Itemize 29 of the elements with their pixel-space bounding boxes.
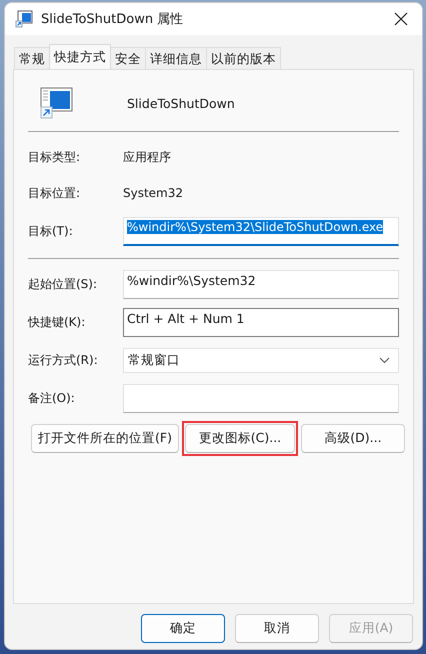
target-value: %windir%\System32\SlideToShutDown.exe [127, 220, 384, 234]
close-icon[interactable] [394, 12, 408, 26]
action-button[interactable]: 打开文件所在的位置(F) [31, 424, 179, 453]
tab[interactable]: 快捷方式 [49, 44, 111, 69]
field-label: 快捷键(K): [28, 314, 86, 330]
tab[interactable]: 常规 [14, 47, 50, 69]
field-label: 目标(T): [28, 222, 74, 240]
dialog-button[interactable]: 取消 [235, 614, 319, 643]
target-field[interactable]: %windir%\System32\SlideToShutDown.exe [123, 216, 399, 246]
shortcut-app-icon [40, 87, 74, 119]
field-label: 运行方式(R): [28, 352, 99, 368]
window-title: SlideToShutDown 属性 [41, 11, 184, 28]
dialog-button[interactable]: 确定 [141, 614, 225, 643]
tab[interactable]: 以前的版本 [206, 47, 281, 69]
shortcut-app-icon [15, 10, 33, 28]
input-field[interactable] [123, 384, 399, 412]
input-field[interactable]: %windir%\System32 [123, 270, 399, 298]
field-label: 目标类型: [28, 148, 82, 166]
field-label: 目标位置: [28, 184, 82, 202]
shortcut-name: SlideToShutDown [127, 96, 235, 110]
field-value: 应用程序 [123, 148, 171, 166]
field-label: 备注(O): [28, 390, 76, 406]
run-dropdown[interactable]: 常规窗口 [123, 348, 399, 372]
field-value: System32 [123, 186, 184, 200]
chevron-down-icon [379, 356, 390, 364]
field-label: 起始位置(S): [28, 276, 98, 292]
action-button[interactable]: 高级(D)... [300, 424, 405, 453]
hotkey-field[interactable]: Ctrl + Alt + Num 1 [123, 308, 399, 336]
action-button[interactable]: 更改图标(C)... [184, 424, 295, 453]
